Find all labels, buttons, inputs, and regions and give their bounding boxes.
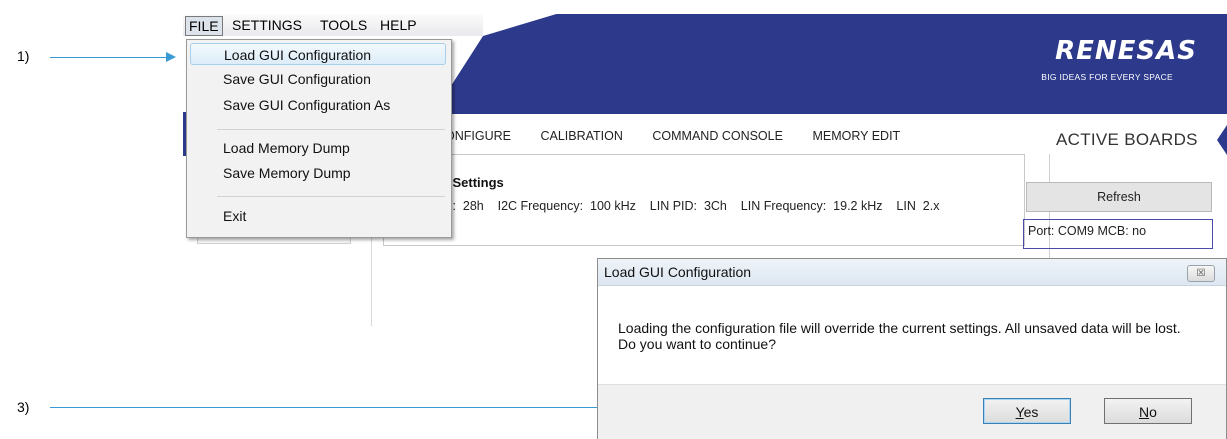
menu-item-save-gui-configuration[interactable]: Save GUI Configuration	[190, 68, 446, 90]
menu-item-load-memory-dump[interactable]: Load Memory Dump	[190, 137, 446, 159]
menu-separator	[217, 196, 445, 197]
no-label-rest: o	[1149, 404, 1157, 420]
refresh-button[interactable]: Refresh	[1026, 182, 1212, 212]
annotation-step-3: 3)	[17, 399, 30, 415]
settings-panel-values: ess: 28h I2C Frequency: 100 kHz LIN PID:…	[433, 199, 940, 213]
menu-item-load-gui-configuration[interactable]: Load GUI Configuration	[190, 43, 446, 65]
close-icon[interactable]: ☒	[1187, 265, 1215, 282]
active-boards-heading: ACTIVE BOARDS	[1056, 130, 1198, 149]
menu-item-save-gui-configuration-as[interactable]: Save GUI Configuration As	[190, 94, 446, 116]
menu-item-save-memory-dump[interactable]: Save Memory Dump	[190, 162, 446, 184]
annotation-arrowhead-1	[166, 52, 176, 62]
renesas-tagline: BIG IDEAS FOR EVERY SPACE	[1041, 72, 1173, 82]
menu-settings[interactable]: SETTINGS	[229, 16, 305, 34]
no-button[interactable]: No	[1104, 398, 1192, 424]
dialog-title: Load GUI Configuration	[604, 264, 752, 280]
active-boards-collapse-icon[interactable]	[1217, 122, 1227, 158]
menu-tools[interactable]: TOOLS	[317, 16, 370, 34]
yes-button[interactable]: Yes	[983, 398, 1071, 424]
dialog-message: Loading the configuration file will over…	[618, 320, 1181, 352]
yes-accelerator: Y	[1015, 404, 1024, 420]
file-menu-dropdown: Load GUI Configuration Save GUI Configur…	[186, 39, 452, 238]
tab-calibration[interactable]: CALIBRATION	[540, 129, 622, 143]
renesas-logo: RENESAS	[1055, 36, 1197, 66]
tab-bar: ONFIGURE CALIBRATION COMMAND CONSOLE MEM…	[445, 129, 926, 143]
annotation-step-1: 1)	[17, 48, 30, 64]
tab-command-console[interactable]: COMMAND CONSOLE	[652, 129, 783, 143]
menu-item-exit[interactable]: Exit	[190, 205, 446, 227]
menu-help[interactable]: HELP	[377, 16, 420, 34]
tab-configure[interactable]: ONFIGURE	[445, 129, 511, 143]
no-accelerator: N	[1139, 404, 1150, 420]
annotation-arrow-1	[50, 57, 166, 58]
menu-separator	[217, 129, 445, 130]
board-list-item[interactable]: Port: COM9 MCB: no	[1023, 219, 1213, 249]
menu-file[interactable]: FILE	[185, 16, 223, 36]
tab-memory-edit[interactable]: MEMORY EDIT	[812, 129, 900, 143]
load-config-dialog: Load GUI Configuration ☒ Loading the con…	[597, 258, 1227, 439]
yes-label-rest: es	[1023, 404, 1039, 420]
